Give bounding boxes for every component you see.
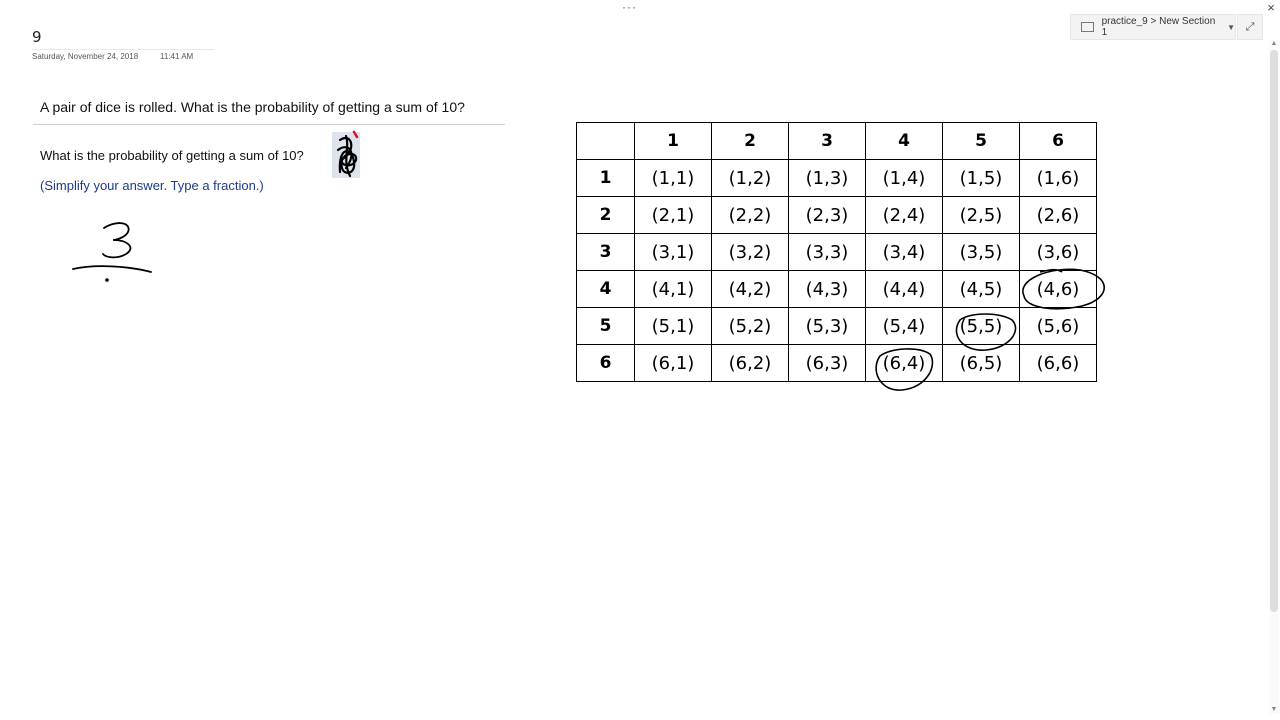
- table-row: 4 (4,1) (4,2) (4,3) (4,4) (4,5) (4,6): [576, 270, 1097, 308]
- column-header: 2: [711, 122, 789, 160]
- outcome-cell: (5,3): [788, 307, 866, 345]
- outcome-cell: (1,4): [865, 159, 943, 197]
- dice-outcome-table: 1 2 3 4 5 6 1 (1,1) (1,2) (1,3) (1,4) (1…: [576, 122, 1097, 382]
- outcome-cell: (1,6): [1019, 159, 1097, 197]
- outcome-cell: (3,5): [942, 233, 1020, 271]
- scroll-down-arrow-icon[interactable]: ▼: [1269, 706, 1279, 714]
- outcome-cell: (1,1): [634, 159, 712, 197]
- scroll-up-arrow-icon[interactable]: ▲: [1269, 40, 1279, 48]
- title-divider: [32, 49, 214, 50]
- answer-hint: (Simplify your answer. Type a fraction.): [40, 178, 264, 193]
- outcome-cell-circled: (6,4): [865, 344, 943, 382]
- row-header: 5: [576, 307, 635, 345]
- outcome-cell: (3,3): [788, 233, 866, 271]
- outcome-cell: (4,1): [634, 270, 712, 308]
- outcome-cell-circled: (5,5): [942, 307, 1020, 345]
- notebook-icon: [1081, 22, 1094, 32]
- page-title[interactable]: 9: [32, 28, 42, 46]
- outcome-cell: (2,6): [1019, 196, 1097, 234]
- page-time: 11:41 AM: [160, 52, 194, 61]
- outcome-cell: (6,5): [942, 344, 1020, 382]
- outcome-cell: (5,6): [1019, 307, 1097, 345]
- question-divider: [33, 124, 505, 125]
- row-header: 3: [576, 233, 635, 271]
- column-header: 1: [634, 122, 712, 160]
- row-header: 6: [576, 344, 635, 382]
- notebook-navigation-dropdown[interactable]: practice_9 > New Section 1 ▼: [1070, 14, 1236, 40]
- outcome-cell: (5,1): [634, 307, 712, 345]
- outcome-cell: (3,2): [711, 233, 789, 271]
- column-header: 3: [788, 122, 866, 160]
- outcome-cell: (1,2): [711, 159, 789, 197]
- outcome-cell: (6,3): [788, 344, 866, 382]
- outcome-cell: (6,1): [634, 344, 712, 382]
- outcome-cell: (2,2): [711, 196, 789, 234]
- outcome-cell: (4,4): [865, 270, 943, 308]
- row-header: 4: [576, 270, 635, 308]
- column-header: 4: [865, 122, 943, 160]
- outcome-cell: (2,5): [942, 196, 1020, 234]
- answer-input-box[interactable]: [332, 132, 360, 178]
- table-header-row: 1 2 3 4 5 6: [576, 122, 1097, 160]
- question-prompt: A pair of dice is rolled. What is the pr…: [40, 99, 465, 115]
- outcome-cell: (6,2): [711, 344, 789, 382]
- outcome-cell: (6,6): [1019, 344, 1097, 382]
- close-button[interactable]: ×: [1264, 0, 1278, 15]
- outcome-cell: (5,2): [711, 307, 789, 345]
- outcome-cell: (4,5): [942, 270, 1020, 308]
- more-options-button[interactable]: ···: [622, 0, 637, 14]
- outcome-cell: (3,6): [1019, 233, 1097, 271]
- table-row: 1 (1,1) (1,2) (1,3) (1,4) (1,5) (1,6): [576, 159, 1097, 197]
- outcome-cell: (1,5): [942, 159, 1020, 197]
- outcome-cell: (2,4): [865, 196, 943, 234]
- row-header: 2: [576, 196, 635, 234]
- outcome-cell: (2,3): [788, 196, 866, 234]
- expand-button[interactable]: ⤢: [1237, 14, 1263, 40]
- chevron-down-icon: ▼: [1227, 22, 1235, 32]
- question-subprompt: What is the probability of getting a sum…: [40, 148, 304, 163]
- table-corner-cell: [576, 122, 635, 160]
- outcome-cell: (4,2): [711, 270, 789, 308]
- table-row: 2 (2,1) (2,2) (2,3) (2,4) (2,5) (2,6): [576, 196, 1097, 234]
- outcome-cell: (4,3): [788, 270, 866, 308]
- outcome-cell: (3,4): [865, 233, 943, 271]
- outcome-cell: (1,3): [788, 159, 866, 197]
- table-row: 5 (5,1) (5,2) (5,3) (5,4) (5,5) (5,6): [576, 307, 1097, 345]
- expand-icon: ⤢: [1245, 20, 1255, 33]
- outcome-cell-circled: (4,6): [1019, 270, 1097, 308]
- ink-handwritten-fraction: [72, 222, 152, 282]
- outcome-cell: (5,4): [865, 307, 943, 345]
- row-header: 1: [576, 159, 635, 197]
- page-date: Saturday, November 24, 2018: [32, 52, 139, 61]
- table-row: 3 (3,1) (3,2) (3,3) (3,4) (3,5) (3,6): [576, 233, 1097, 271]
- column-header: 5: [942, 122, 1020, 160]
- outcome-cell: (3,1): [634, 233, 712, 271]
- table-row: 6 (6,1) (6,2) (6,3) (6,4) (6,5) (6,6): [576, 344, 1097, 382]
- scrollbar-thumb[interactable]: [1270, 50, 1278, 612]
- outcome-cell: (2,1): [634, 196, 712, 234]
- column-header: 6: [1019, 122, 1097, 160]
- breadcrumb: practice_9 > New Section 1: [1101, 16, 1216, 38]
